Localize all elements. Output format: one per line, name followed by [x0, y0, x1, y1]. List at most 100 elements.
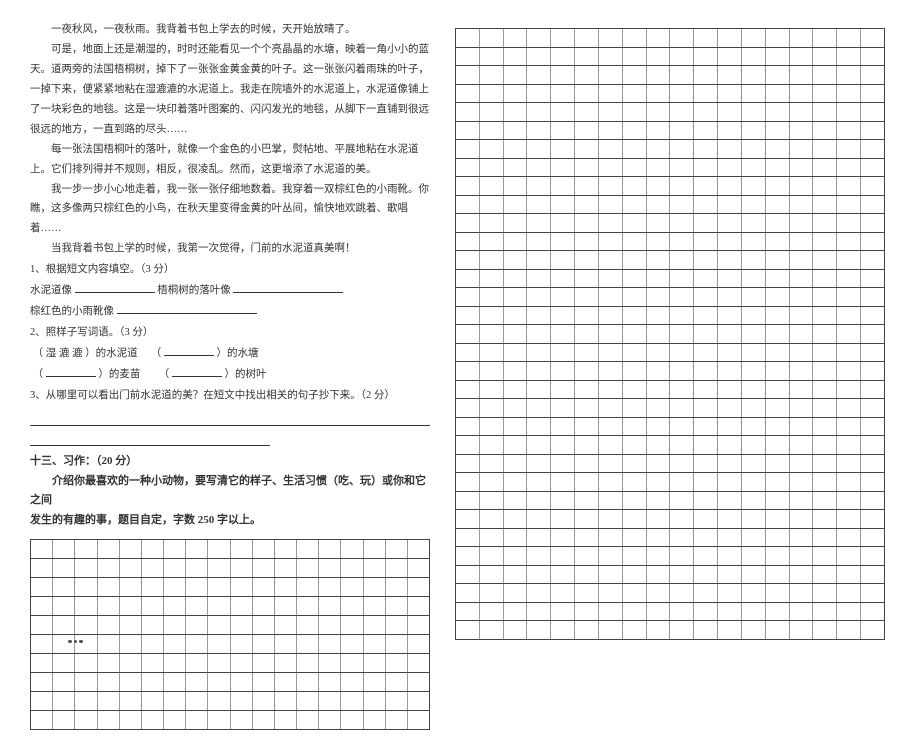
q2-blank-3[interactable] — [172, 365, 222, 377]
grid-cell[interactable] — [575, 603, 599, 621]
grid-cell[interactable] — [837, 122, 861, 140]
grid-cell[interactable] — [480, 418, 504, 436]
grid-cell[interactable] — [623, 103, 647, 121]
grid-cell[interactable] — [647, 103, 671, 121]
grid-cell[interactable] — [647, 233, 671, 251]
grid-cell[interactable] — [790, 159, 814, 177]
grid-cell[interactable] — [504, 325, 528, 343]
grid-cell[interactable] — [575, 362, 599, 380]
grid-cell[interactable] — [861, 307, 884, 325]
grid-cell[interactable] — [297, 635, 319, 653]
grid-cell[interactable] — [527, 547, 551, 565]
grid-cell[interactable] — [504, 288, 528, 306]
grid-cell[interactable] — [623, 381, 647, 399]
grid-cell[interactable] — [551, 473, 575, 491]
grid-cell[interactable] — [742, 492, 766, 510]
grid-cell[interactable] — [75, 711, 97, 729]
grid-cell[interactable] — [623, 510, 647, 528]
grid-cell[interactable] — [742, 48, 766, 66]
grid-cell[interactable] — [861, 214, 884, 232]
grid-cell[interactable] — [599, 547, 623, 565]
grid-cell[interactable] — [480, 603, 504, 621]
grid-cell[interactable] — [527, 418, 551, 436]
grid-cell[interactable] — [718, 214, 742, 232]
grid-cell[interactable] — [275, 616, 297, 634]
grid-cell[interactable] — [551, 621, 575, 639]
grid-cell[interactable] — [694, 288, 718, 306]
grid-cell[interactable] — [480, 122, 504, 140]
grid-cell[interactable] — [718, 436, 742, 454]
grid-cell[interactable] — [790, 177, 814, 195]
grid-cell[interactable] — [718, 177, 742, 195]
grid-cell[interactable] — [670, 399, 694, 417]
grid-cell[interactable] — [742, 566, 766, 584]
q1-blank-1[interactable] — [75, 281, 155, 293]
grid-cell[interactable] — [694, 48, 718, 66]
grid-cell[interactable] — [742, 85, 766, 103]
grid-cell[interactable] — [742, 399, 766, 417]
grid-cell[interactable] — [551, 233, 575, 251]
grid-cell[interactable] — [837, 344, 861, 362]
grid-cell[interactable] — [766, 196, 790, 214]
grid-cell[interactable] — [599, 455, 623, 473]
grid-cell[interactable] — [766, 399, 790, 417]
grid-cell[interactable] — [253, 540, 275, 558]
grid-cell[interactable] — [790, 621, 814, 639]
grid-cell[interactable] — [599, 566, 623, 584]
grid-cell[interactable] — [813, 381, 837, 399]
grid-cell[interactable] — [456, 66, 480, 84]
grid-cell[interactable] — [694, 344, 718, 362]
grid-cell[interactable] — [694, 584, 718, 602]
grid-cell[interactable] — [504, 455, 528, 473]
grid-cell[interactable] — [527, 85, 551, 103]
grid-cell[interactable] — [694, 566, 718, 584]
grid-cell[interactable] — [319, 597, 341, 615]
grid-cell[interactable] — [456, 270, 480, 288]
grid-cell[interactable] — [861, 455, 884, 473]
grid-cell[interactable] — [599, 399, 623, 417]
grid-cell[interactable] — [120, 616, 142, 634]
grid-cell[interactable] — [575, 547, 599, 565]
grid-cell[interactable] — [766, 603, 790, 621]
grid-cell[interactable] — [31, 559, 53, 577]
grid-cell[interactable] — [766, 251, 790, 269]
grid-cell[interactable] — [364, 654, 386, 672]
grid-cell[interactable] — [408, 711, 429, 729]
grid-cell[interactable] — [575, 399, 599, 417]
grid-cell[interactable] — [790, 473, 814, 491]
grid-cell[interactable] — [790, 48, 814, 66]
grid-cell[interactable] — [718, 103, 742, 121]
grid-cell[interactable] — [527, 362, 551, 380]
grid-cell[interactable] — [341, 654, 363, 672]
grid-cell[interactable] — [551, 159, 575, 177]
grid-cell[interactable] — [319, 654, 341, 672]
grid-cell[interactable] — [599, 381, 623, 399]
grid-cell[interactable] — [551, 66, 575, 84]
grid-cell[interactable] — [861, 399, 884, 417]
grid-cell[interactable] — [623, 529, 647, 547]
grid-cell[interactable] — [766, 510, 790, 528]
grid-cell[interactable] — [813, 492, 837, 510]
grid-cell[interactable] — [623, 196, 647, 214]
grid-cell[interactable] — [504, 492, 528, 510]
grid-cell[interactable] — [623, 547, 647, 565]
grid-cell[interactable] — [718, 603, 742, 621]
grid-cell[interactable] — [694, 325, 718, 343]
grid-cell[interactable] — [813, 455, 837, 473]
grid-cell[interactable] — [575, 307, 599, 325]
grid-cell[interactable] — [599, 584, 623, 602]
grid-cell[interactable] — [527, 251, 551, 269]
grid-cell[interactable] — [670, 122, 694, 140]
grid-cell[interactable] — [813, 29, 837, 47]
grid-cell[interactable] — [790, 399, 814, 417]
grid-cell[interactable] — [694, 492, 718, 510]
grid-cell[interactable] — [861, 621, 884, 639]
grid-cell[interactable] — [766, 473, 790, 491]
grid-cell[interactable] — [551, 177, 575, 195]
grid-cell[interactable] — [861, 492, 884, 510]
grid-cell[interactable] — [504, 436, 528, 454]
grid-cell[interactable] — [718, 510, 742, 528]
grid-cell[interactable] — [186, 711, 208, 729]
grid-cell[interactable] — [670, 547, 694, 565]
grid-cell[interactable] — [766, 288, 790, 306]
